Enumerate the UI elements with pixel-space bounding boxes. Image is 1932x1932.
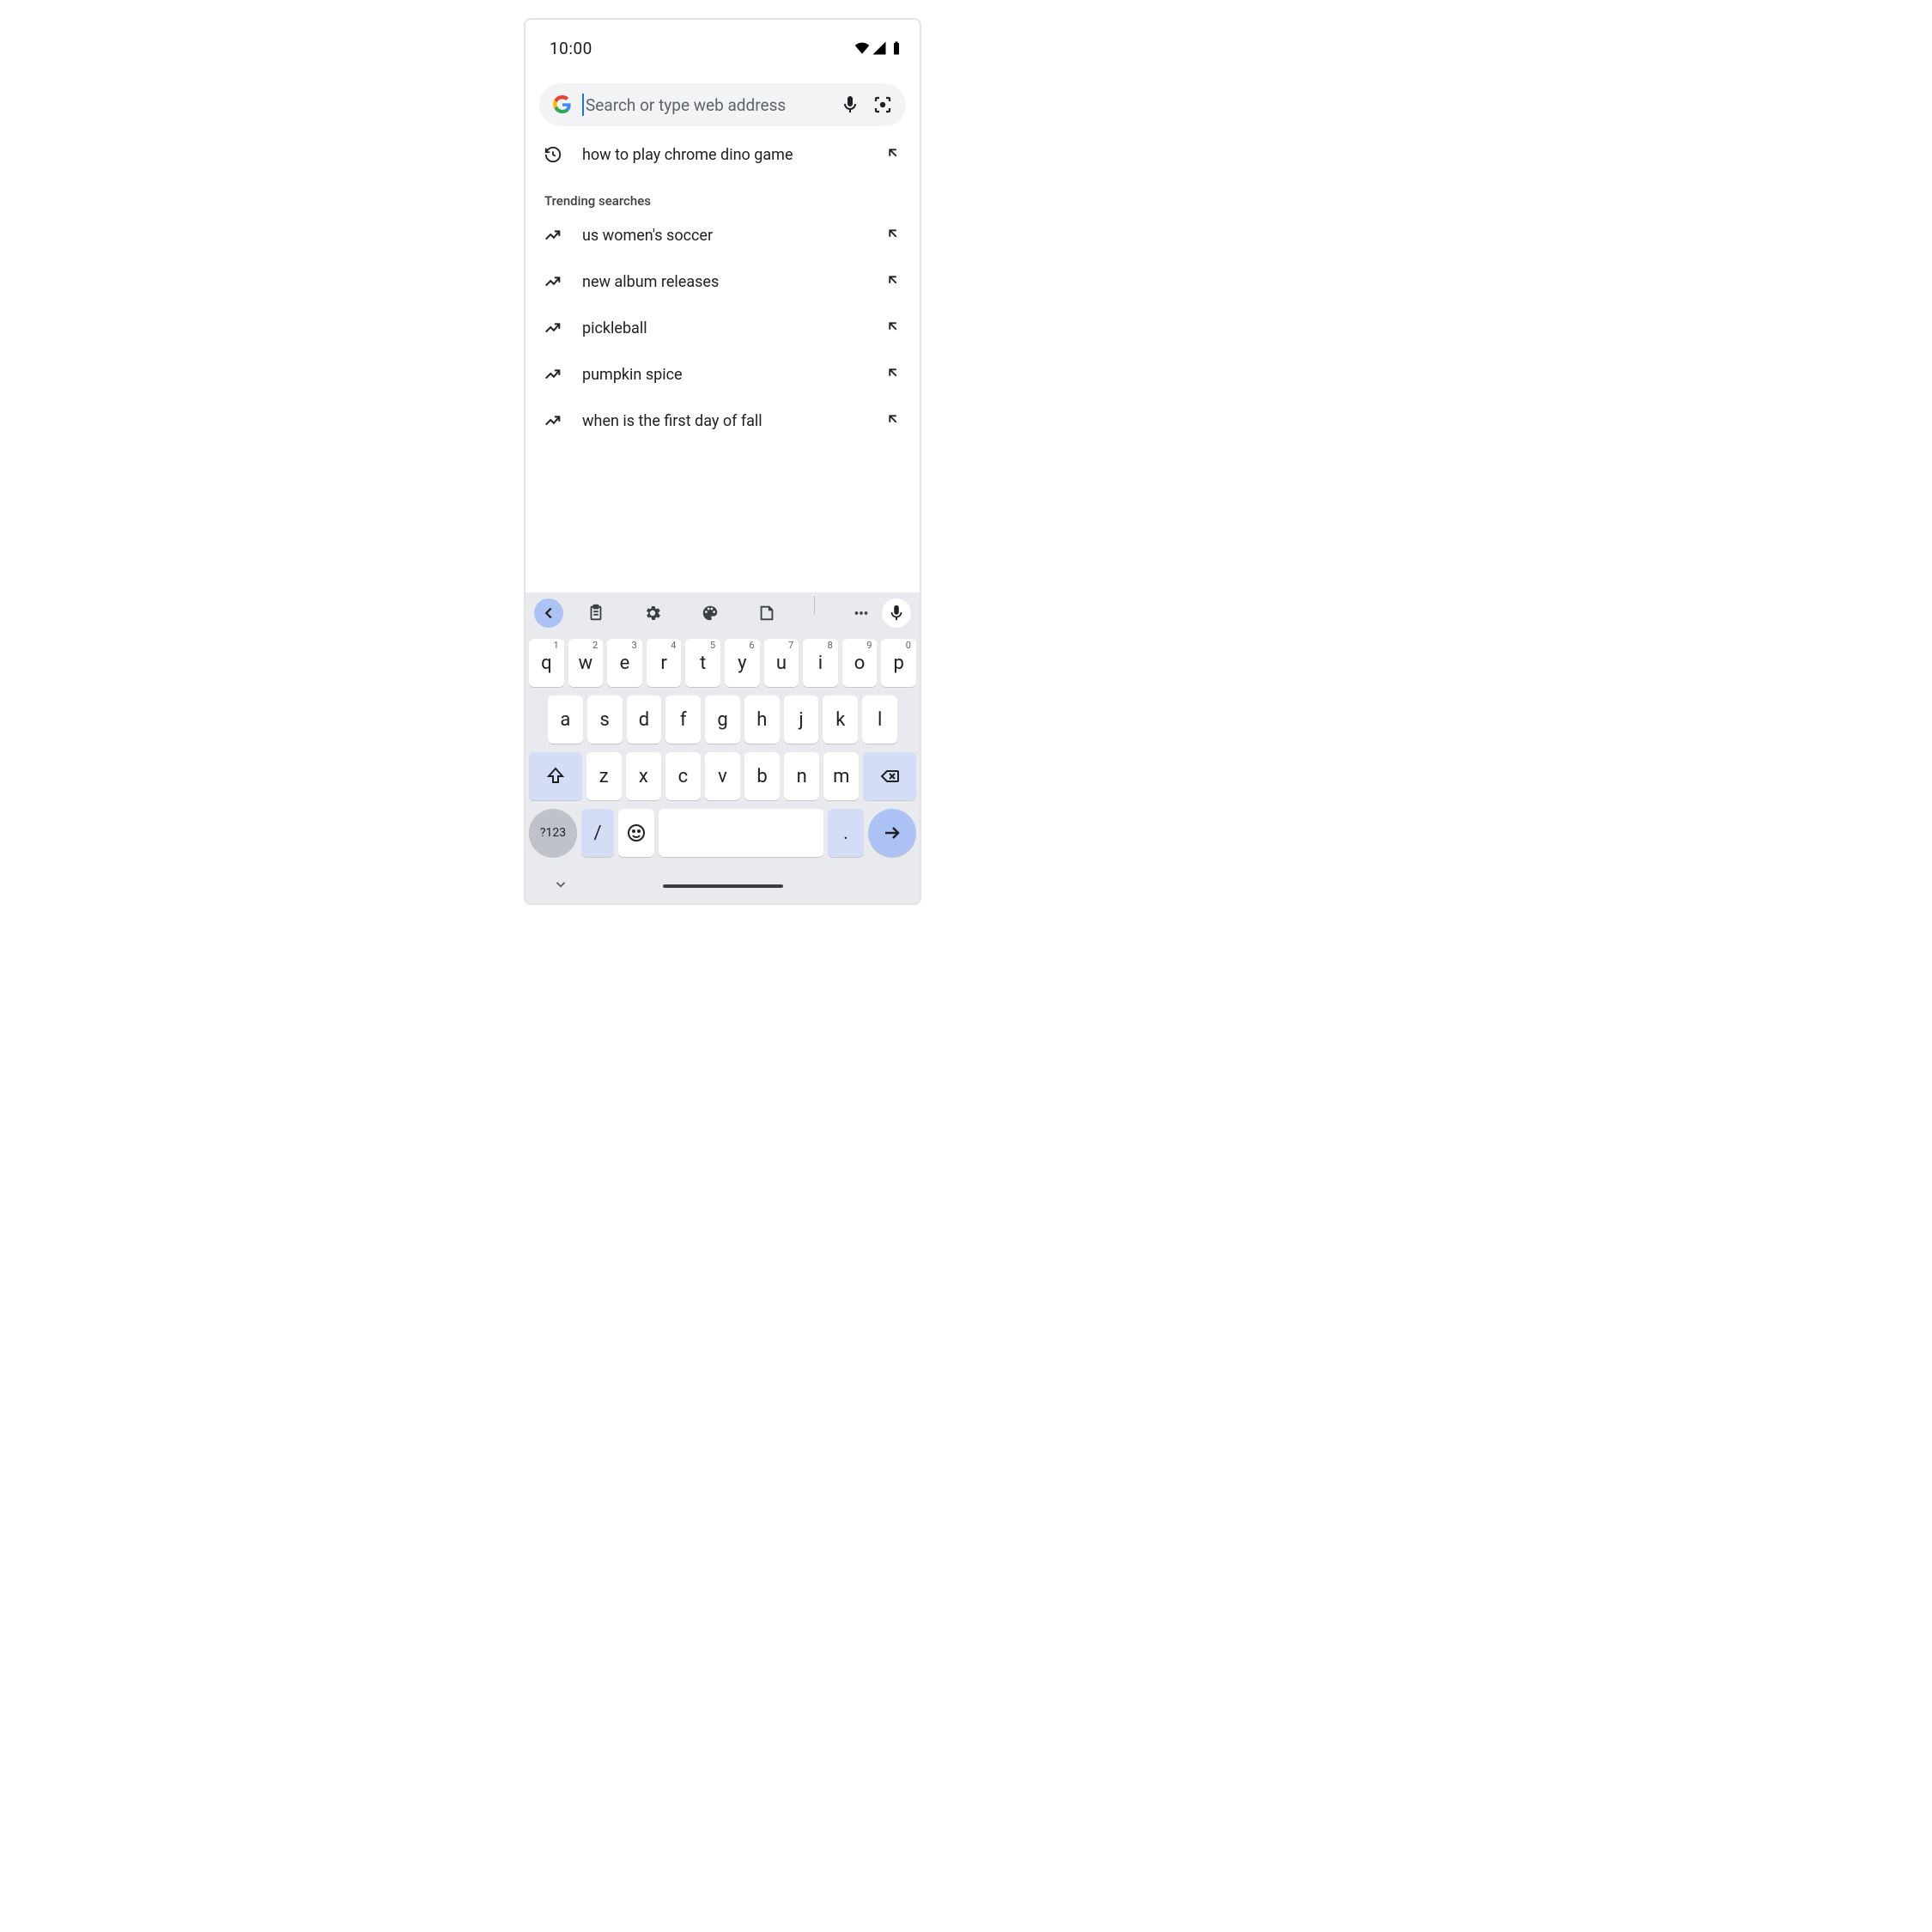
key-j[interactable]: j — [784, 696, 819, 744]
history-suggestion[interactable]: how to play chrome dino game — [526, 131, 920, 178]
gear-icon[interactable] — [635, 596, 670, 630]
key-u[interactable]: u7 — [764, 639, 799, 687]
trending-icon — [541, 319, 565, 337]
key-o[interactable]: o9 — [842, 639, 878, 687]
keyboard-mic-button[interactable] — [882, 598, 911, 628]
clipboard-icon[interactable] — [579, 596, 613, 630]
trending-header: Trending searches — [526, 178, 920, 212]
enter-key[interactable] — [868, 809, 916, 857]
insert-arrow-icon[interactable] — [885, 145, 904, 164]
key-t[interactable]: t5 — [685, 639, 720, 687]
keyboard-row-1: q1 w2 e3 r4 t5 y6 u7 i8 o9 p0 — [529, 639, 916, 687]
key-m[interactable]: m — [823, 752, 859, 800]
suggestion-text: how to play chrome dino game — [582, 146, 868, 164]
insert-arrow-icon[interactable] — [885, 365, 904, 384]
insert-arrow-icon[interactable] — [885, 272, 904, 291]
slash-key[interactable]: / — [581, 809, 614, 857]
wifi-icon — [854, 40, 870, 56]
clock: 10:00 — [550, 39, 592, 58]
spacebar-key[interactable] — [659, 809, 823, 857]
trending-item[interactable]: us women's soccer — [526, 212, 920, 258]
suggestion-text: pumpkin spice — [582, 366, 868, 384]
keyboard-hide-icon[interactable] — [553, 877, 568, 896]
trending-item[interactable]: new album releases — [526, 258, 920, 305]
google-logo-icon — [553, 95, 572, 114]
key-h[interactable]: h — [744, 696, 780, 744]
phone-frame: 10:00 — [524, 18, 921, 905]
symbols-key[interactable]: ?123 — [529, 809, 577, 857]
keyboard-back-button[interactable] — [534, 598, 563, 628]
nav-bar — [526, 869, 920, 903]
battery-icon — [889, 40, 904, 56]
key-z[interactable]: z — [586, 752, 622, 800]
more-icon[interactable] — [844, 596, 878, 630]
nav-handle[interactable] — [663, 884, 783, 888]
shift-key[interactable] — [529, 752, 582, 800]
trending-item[interactable]: when is the first day of fall — [526, 398, 920, 444]
insert-arrow-icon[interactable] — [885, 319, 904, 337]
keyboard-row-3: z x c v b n m — [529, 752, 916, 800]
key-y[interactable]: y6 — [725, 639, 760, 687]
keyboard: q1 w2 e3 r4 t5 y6 u7 i8 o9 p0 a s d f g — [526, 592, 920, 903]
status-icons — [854, 40, 904, 56]
keyboard-rows: q1 w2 e3 r4 t5 y6 u7 i8 o9 p0 a s d f g — [526, 634, 920, 869]
key-p[interactable]: p0 — [881, 639, 916, 687]
toolbar-separator — [814, 596, 815, 615]
suggestion-text: new album releases — [582, 273, 868, 291]
key-b[interactable]: b — [744, 752, 780, 800]
key-v[interactable]: v — [705, 752, 740, 800]
key-k[interactable]: k — [823, 696, 858, 744]
history-icon — [541, 145, 565, 164]
key-n[interactable]: n — [784, 752, 819, 800]
keyboard-toolbar — [526, 592, 920, 634]
key-w[interactable]: w2 — [568, 639, 604, 687]
key-f[interactable]: f — [665, 696, 701, 744]
search-bar[interactable] — [539, 83, 906, 126]
status-bar: 10:00 — [526, 20, 920, 68]
key-i[interactable]: i8 — [803, 639, 838, 687]
key-x[interactable]: x — [626, 752, 661, 800]
keyboard-row-2: a s d f g h j k l — [529, 696, 916, 744]
backspace-key[interactable] — [863, 752, 916, 800]
search-input[interactable] — [582, 94, 829, 116]
key-c[interactable]: c — [665, 752, 701, 800]
key-d[interactable]: d — [627, 696, 662, 744]
suggestion-text: us women's soccer — [582, 227, 868, 245]
trending-item[interactable]: pumpkin spice — [526, 351, 920, 398]
mic-icon[interactable] — [839, 94, 861, 116]
trending-icon — [541, 272, 565, 291]
emoji-key[interactable] — [618, 809, 654, 857]
trending-icon — [541, 411, 565, 430]
signal-icon — [872, 40, 887, 56]
key-g[interactable]: g — [705, 696, 740, 744]
suggestions-list: how to play chrome dino game Trending se… — [526, 126, 920, 592]
insert-arrow-icon[interactable] — [885, 226, 904, 245]
key-s[interactable]: s — [587, 696, 623, 744]
suggestion-text: pickleball — [582, 319, 868, 337]
lens-icon[interactable] — [872, 94, 894, 116]
search-row — [526, 68, 920, 126]
palette-icon[interactable] — [693, 596, 727, 630]
key-a[interactable]: a — [548, 696, 583, 744]
key-l[interactable]: l — [862, 696, 897, 744]
trending-icon — [541, 365, 565, 384]
keyboard-row-4: ?123 / . — [529, 809, 916, 857]
trending-icon — [541, 226, 565, 245]
trending-item[interactable]: pickleball — [526, 305, 920, 351]
key-r[interactable]: r4 — [647, 639, 682, 687]
insert-arrow-icon[interactable] — [885, 411, 904, 430]
key-e[interactable]: e3 — [607, 639, 642, 687]
suggestion-text: when is the first day of fall — [582, 412, 868, 430]
period-key[interactable]: . — [828, 809, 864, 857]
sticker-icon[interactable] — [750, 596, 784, 630]
key-q[interactable]: q1 — [529, 639, 564, 687]
